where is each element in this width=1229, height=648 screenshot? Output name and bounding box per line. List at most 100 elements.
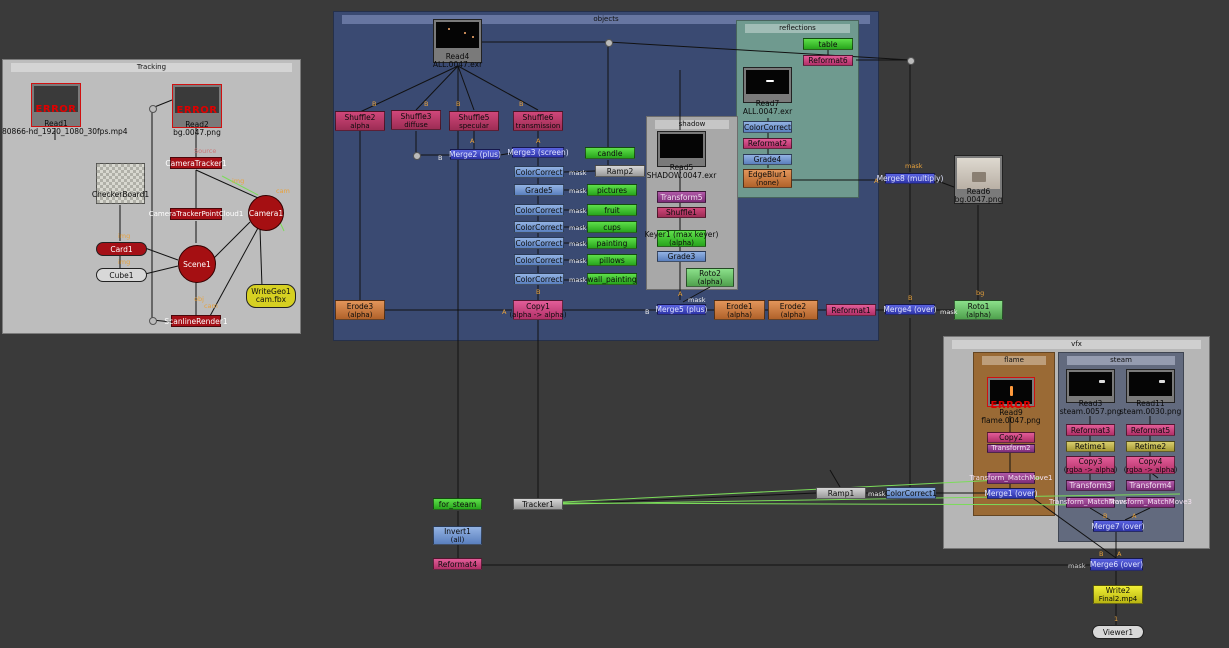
read5-node[interactable]: Read5 SHADOW.0047.exr [647,131,716,180]
read9-node[interactable]: ERROR Read9 flame.0047.png [981,377,1041,425]
shuffle5-node[interactable]: Shuffle5 specular [449,111,499,131]
scanlinerender1-node[interactable]: ScanlineRender1 [164,315,228,327]
dot-node[interactable] [149,105,157,113]
colorcorrect-node[interactable]: ColorCorrect [514,237,564,249]
transform5-node[interactable]: Transform5 [657,191,706,203]
wall-painting-node[interactable]: wall_painting [587,273,637,285]
retime2-node[interactable]: Retime2 [1126,441,1175,452]
dot-node[interactable] [413,152,421,160]
reformat2-node[interactable]: Reformat2 [743,138,792,149]
edgeblur1-node[interactable]: EdgeBlur1 (none) [743,169,792,188]
read1-node[interactable]: ERROR Read1 80866-hd_1920_1080_30fps.mp4 [2,83,128,136]
read7-node[interactable]: Read7 ALL.0047.exr [743,67,792,116]
colorcorrect-node[interactable]: ColorCorrect [514,254,564,266]
transform-matchmove2-node[interactable]: Transform_MatchMove2 [1049,497,1132,508]
retime1-node[interactable]: Retime1 [1066,441,1115,452]
cups-node[interactable]: cups [587,221,637,233]
tracker1-node[interactable]: Tracker1 [513,498,563,510]
cube1-node[interactable]: Cube1 [96,268,147,282]
pillows-node[interactable]: pillows [587,254,637,266]
backdrop-title: Tracking [11,63,292,72]
read3-node[interactable]: Read3 steam.0057.png [1060,369,1121,416]
merge5-node[interactable]: Merge5 (plus) [656,304,707,315]
roto1-node[interactable]: Roto1 (alpha) [954,300,1003,320]
copy2-node[interactable]: Copy2 [987,432,1035,443]
merge3-node[interactable]: Merge3 (screen) [507,147,569,158]
camera1-node[interactable]: Camera1 [248,195,284,231]
transform-matchmove1-node[interactable]: Transform_MatchMove1 [970,472,1052,484]
reformat4-node[interactable]: Reformat4 [433,558,482,570]
pipe-label: obj [194,295,204,303]
erode2-node[interactable]: Erode2 (alpha) [768,300,818,320]
shuffle6-node[interactable]: Shuffle6 transmission [513,111,563,131]
candle-node[interactable]: candle [585,147,635,159]
merge8-node[interactable]: Merge8 (multiply) [877,173,943,184]
pipe-label: mask [688,296,706,304]
erode1-node[interactable]: Erode1 (alpha) [714,300,765,320]
pipe-label: img [232,177,245,185]
merge1-node[interactable]: Merge1 (over) [984,488,1038,499]
pictures-node[interactable]: pictures [587,184,637,196]
pipe-label: 1 [1114,615,1119,623]
colorcorrect1-node[interactable]: ColorCorrect1 [885,487,937,499]
shuffle1-node[interactable]: Shuffle1 [657,207,706,218]
keyer1-node[interactable]: Keyer1 (max keyer) (alpha) [645,230,718,247]
table-node[interactable]: table [803,38,853,50]
transform-matchmove3-node[interactable]: Transform_MatchMove3 [1109,497,1192,508]
colorcorrect-node[interactable]: ColorCorrect [743,121,792,133]
merge2-node[interactable]: Merge2 (plus) [449,149,501,160]
merge6-node[interactable]: Merge6 (over) [1090,558,1143,571]
pipe-label: bg [976,289,985,297]
colorcorrect-node[interactable]: ColorCorrect [514,166,564,178]
transform3-node[interactable]: Transform3 [1066,480,1115,491]
reformat5-node[interactable]: Reformat5 [1126,424,1175,436]
write2-node[interactable]: Write2 Final2.mp4 [1093,585,1143,604]
fruit-node[interactable]: fruit [587,204,637,216]
pipe-label: mask [569,207,587,215]
dot-node[interactable] [907,57,915,65]
pipe-label: img [118,258,131,266]
reformat1-node[interactable]: Reformat1 [826,304,876,316]
read4-node[interactable]: Read4 ALL.0047.exr [433,19,482,69]
transform2-node[interactable]: Transform2 [987,444,1035,453]
painting-node[interactable]: painting [587,237,637,249]
copy1-node[interactable]: Copy1 (alpha -> alpha) [509,300,567,320]
checkerboard1-node[interactable]: CheckerBoard1 [92,163,149,204]
colorcorrect-node[interactable]: ColorCorrect [514,221,564,233]
merge7-node[interactable]: Merge7 (over) [1091,520,1145,532]
colorcorrect-node[interactable]: ColorCorrect [514,273,564,285]
pipe-label: mask [905,162,923,170]
dot-node[interactable] [605,39,613,47]
copy4-node[interactable]: Copy4 (rgba -> alpha) [1124,456,1177,474]
read11-node[interactable]: Read11 steam.0030.png [1120,369,1181,416]
viewer1-node[interactable]: Viewer1 [1092,625,1144,639]
ramp1-node[interactable]: Ramp1 [816,487,866,499]
grade4-node[interactable]: Grade4 [743,154,792,165]
for-steam-node[interactable]: for_steam [433,498,482,510]
merge4-node[interactable]: Merge4 (over) [883,304,937,315]
grade5-node[interactable]: Grade5 [514,184,564,196]
card1-node[interactable]: Card1 [96,242,147,256]
shuffle2-node[interactable]: Shuffle2 alpha [335,111,385,131]
invert1-node[interactable]: Invert1 (all) [433,526,482,545]
dot-node[interactable] [149,317,157,325]
copy3-node[interactable]: Copy3 (rgba -> alpha) [1064,456,1117,474]
reformat3-node[interactable]: Reformat3 [1066,424,1115,436]
colorcorrect-node[interactable]: ColorCorrect [514,204,564,216]
cameratracker1-node[interactable]: CameraTracker1 [165,157,227,169]
pipe-label: A [470,137,475,145]
reformat6-node[interactable]: Reformat6 [803,55,853,66]
scene1-node[interactable]: Scene1 [178,245,216,283]
transform4-node[interactable]: Transform4 [1126,480,1175,491]
erode3-node[interactable]: Erode3 (alpha) [335,300,385,320]
grade3-node[interactable]: Grade3 [657,251,706,262]
backdrop-title: reflections [745,24,850,33]
thumbnail [957,158,1000,189]
read6-node[interactable]: Read6 bg.0047.png [954,155,1003,204]
read2-node[interactable]: ERROR Read2 bg.0047.png [172,84,222,137]
shuffle3-node[interactable]: Shuffle3 diffuse [391,110,441,130]
cameratrackerpointcloud1-node[interactable]: CameraTrackerPointCloud1 [149,208,243,220]
pipe-label: B [438,154,443,162]
writegeo1-node[interactable]: WriteGeo1 cam.fbx [246,284,296,308]
roto2-node[interactable]: Roto2 (alpha) [686,268,734,287]
